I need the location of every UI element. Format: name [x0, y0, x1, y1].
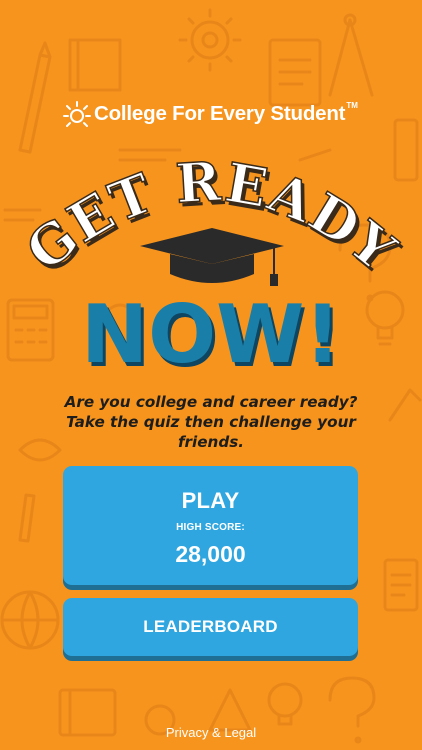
- tagline: Are you college and career ready? Take t…: [40, 392, 382, 452]
- tagline-line-3: friends.: [177, 433, 245, 451]
- book-icon: [68, 38, 122, 92]
- high-score-label: HIGH SCORE:: [176, 522, 245, 533]
- leaderboard-button[interactable]: LEADERBOARD: [63, 598, 358, 656]
- clipboard-icon: [383, 558, 419, 612]
- hero-title-art: GET READY GET READY NOW! NOW!: [13, 150, 410, 385]
- gear-icon: [178, 8, 242, 72]
- brand-logo: College For Every Student TM: [62, 96, 362, 132]
- privacy-legal-link[interactable]: Privacy & Legal: [0, 725, 422, 740]
- pencil-icon: [18, 41, 52, 154]
- sun-icon: [63, 101, 91, 127]
- now-text: NOW!: [81, 288, 341, 381]
- tagline-line-2: Take the quiz then challenge your: [66, 413, 356, 431]
- brand-name: College For Every Student: [94, 102, 346, 125]
- trademark-symbol: TM: [346, 100, 358, 110]
- leaderboard-label: LEADERBOARD: [143, 617, 278, 636]
- tagline-line-1: Are you college and career ready?: [64, 393, 358, 411]
- high-score-value: 28,000: [175, 541, 246, 567]
- compass-icon: [328, 13, 374, 97]
- globe-icon: [0, 590, 60, 650]
- play-label: PLAY: [181, 488, 240, 513]
- graduation-cap-icon: [140, 228, 284, 286]
- now-title: NOW! NOW!: [81, 288, 344, 385]
- play-button[interactable]: PLAY HIGH SCORE: 28,000: [63, 466, 358, 585]
